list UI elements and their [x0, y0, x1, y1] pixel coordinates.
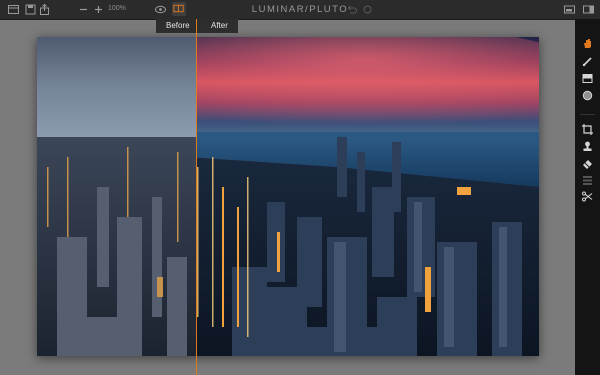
before-label: Before — [166, 21, 190, 30]
preview-eye-icon[interactable] — [154, 3, 167, 16]
after-label: After — [211, 21, 228, 30]
app-title: LUMINAR/PLUTO — [251, 4, 349, 15]
transform-icon[interactable] — [581, 190, 594, 203]
zoom-in-icon[interactable] — [92, 3, 105, 16]
photo-canvas[interactable] — [37, 37, 539, 356]
clone-stamp-icon[interactable] — [581, 140, 594, 153]
gradient-icon[interactable] — [581, 72, 594, 85]
eraser-icon[interactable] — [581, 157, 594, 170]
brush-hand-icon[interactable] — [581, 37, 594, 50]
split-view-icon — [172, 2, 185, 15]
split-view-button[interactable] — [172, 2, 186, 16]
redo-icon[interactable] — [361, 3, 374, 16]
layers-icon[interactable] — [581, 174, 594, 187]
share-icon[interactable] — [38, 3, 51, 16]
panel-layout-icon[interactable] — [7, 3, 20, 16]
top-toolbar: 100% LUMINAR/PLUTO — [0, 0, 600, 20]
zoom-out-icon[interactable] — [77, 3, 90, 16]
undo-icon[interactable] — [345, 3, 358, 16]
histogram-icon[interactable] — [563, 3, 576, 16]
compare-split-handle[interactable] — [196, 19, 197, 375]
radial-mask-icon[interactable] — [581, 89, 594, 102]
save-icon[interactable] — [24, 3, 37, 16]
right-tool-panel — [575, 19, 600, 375]
crop-icon[interactable] — [581, 123, 594, 136]
tool-separator — [580, 114, 595, 115]
zoom-level[interactable]: 100% — [108, 5, 126, 12]
brush-icon[interactable] — [581, 55, 594, 68]
before-after-bar: Before After — [156, 19, 238, 33]
side-panel-icon[interactable] — [582, 3, 595, 16]
